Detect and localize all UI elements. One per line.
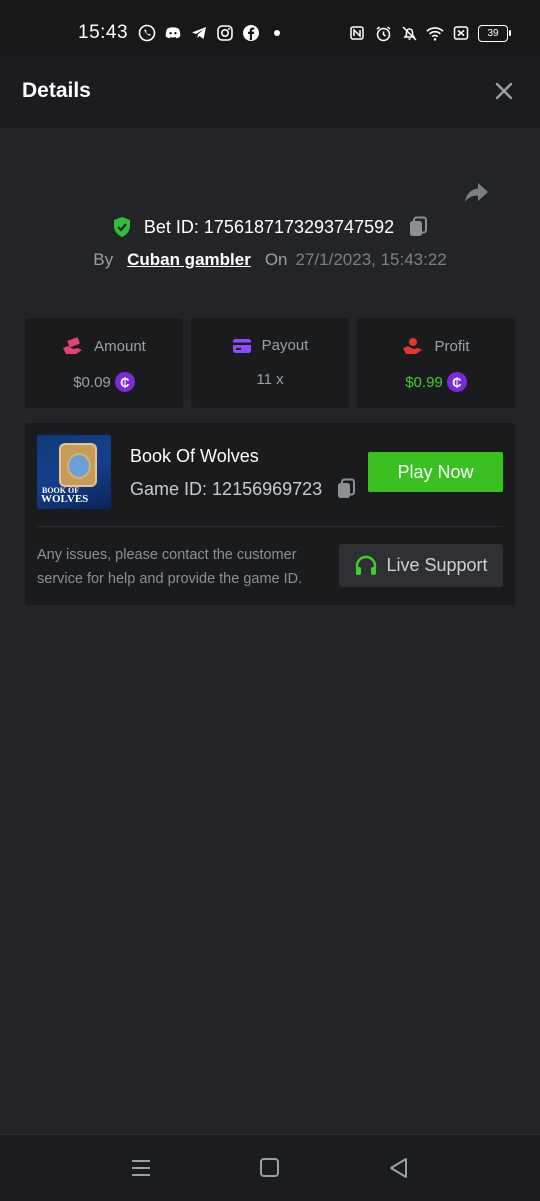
facebook-icon [242,24,260,42]
game-id-label: Game ID: [130,478,208,499]
stat-payout-value: 11 x [256,371,284,388]
stat-profit-value: $0.99 [405,373,443,391]
stat-amount-value: $0.09 [73,373,111,391]
bet-id-value: 1756187173293747592 [203,216,395,237]
game-card: BOOK OF WOLVES Book Of Wolves Game ID: 1… [25,423,515,605]
play-now-button[interactable]: Play Now [368,452,503,492]
copy-icon[interactable] [336,478,356,500]
thumb-title-line2: WOLVES [41,493,89,505]
instagram-icon [216,24,234,42]
game-thumbnail[interactable]: BOOK OF WOLVES [37,435,111,509]
alarm-icon [374,24,392,42]
wifi-icon [426,24,444,42]
divider [37,526,503,527]
notification-icons [138,24,286,42]
home-icon[interactable] [257,1155,283,1181]
system-nav-bar [0,1134,540,1201]
bet-id-label: Bet ID: [143,216,199,237]
help-text: Any issues, please contact the customer … [37,547,303,587]
stat-profit-label: Profit [434,337,470,355]
bet-datetime: 27/1/2023, 15:43:22 [295,250,447,269]
on-label: On [264,250,288,269]
share-icon[interactable] [462,178,490,206]
bet-stats: Amount $0.09 ₵ Payout 11 x Profit $0.99 … [25,318,515,408]
coin-icon: ₵ [446,372,467,392]
money-hand-icon [62,337,84,355]
stat-profit: Profit $0.99 ₵ [357,318,515,408]
stat-amount-label: Amount [94,337,146,355]
headset-icon [354,555,378,577]
verified-shield-icon [112,216,132,238]
status-bar: 15:43 39 [0,0,540,56]
game-title: Book Of Wolves [130,446,259,466]
details-header: Details [0,56,540,128]
battery-indicator: 39 [478,24,511,42]
status-time: 15:43 [78,22,129,43]
stat-payout-label: Payout [261,337,309,354]
book-emblem-icon [59,443,97,487]
bet-id-row: Bet ID: 1756187173293747592 [0,216,540,238]
discord-icon [164,24,182,42]
live-support-button[interactable]: Live Support [339,544,503,587]
game-id-value: 12156969723 [212,478,323,499]
close-icon[interactable] [492,79,516,103]
live-support-label: Live Support [386,555,488,575]
copy-icon[interactable] [408,216,428,238]
back-icon[interactable] [386,1155,412,1181]
profit-hand-icon [402,337,424,355]
sim-icon [452,24,470,42]
system-status-icons: 39 [348,24,511,42]
dot-icon [268,24,286,42]
coin-icon: ₵ [114,372,135,392]
menu-icon[interactable] [128,1155,154,1181]
whatsapp-icon [138,24,156,42]
bet-byline: By Cuban gambler On 27/1/2023, 15:43:22 [0,250,540,270]
by-label: By [93,250,114,269]
username-link[interactable]: Cuban gambler [127,250,251,270]
game-id-row: Game ID: 12156969723 [130,478,356,500]
nfc-icon [348,24,366,42]
telegram-icon [190,24,208,42]
mute-icon [400,24,418,42]
card-icon [232,338,252,354]
page-title: Details [22,79,91,102]
stat-amount: Amount $0.09 ₵ [25,318,183,408]
stat-payout: Payout 11 x [191,318,349,408]
